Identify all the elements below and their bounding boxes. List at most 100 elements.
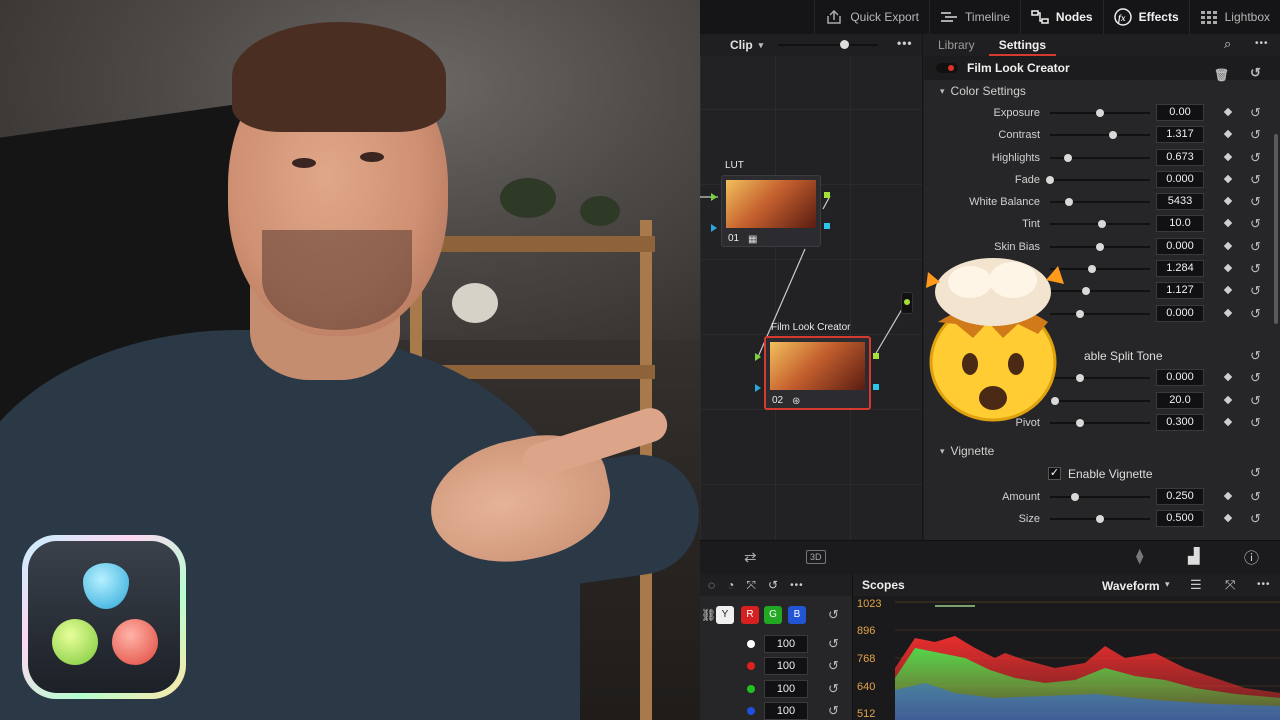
picker-icon[interactable]: ◔ [727,578,734,592]
keyframe-icon[interactable] [1223,219,1233,228]
param-slider[interactable] [1050,134,1150,137]
param-slider-knob[interactable] [1076,374,1084,383]
param-value-field[interactable]: 0.673 [1156,148,1204,166]
link-icon[interactable]: ⛓ [701,608,716,622]
param-value-field[interactable]: 1.317 [1156,126,1204,144]
param-value-field[interactable]: 0.300 [1156,413,1204,431]
reset-icon[interactable]: ↺ [768,578,778,592]
reset-icon[interactable]: ↺ [1250,150,1261,166]
enable-vignette-row[interactable]: ✓ Enable Vignette ↺ [924,462,1280,486]
reset-icon[interactable]: ↺ [828,607,839,623]
intensity-field[interactable]: 100 [764,635,808,653]
keyframes-icon[interactable]: ⧫ [1136,547,1143,565]
node-lut[interactable]: 01 ▦ [721,175,821,247]
effect-enable-toggle[interactable] [936,63,958,73]
param-value-field[interactable]: 20.0 [1156,391,1204,409]
reset-icon[interactable]: ↺ [1250,216,1261,232]
param-value-field[interactable]: 0.500 [1156,510,1204,528]
enable-vignette-checkbox[interactable]: ✓ [1048,467,1061,481]
scopes-icon[interactable]: ▟ [1188,547,1200,565]
reset-icon[interactable]: ↺ [1250,415,1261,431]
reset-icon[interactable]: ↺ [1250,283,1261,299]
channel-r-button[interactable]: R [741,606,759,624]
param-slider[interactable] [1050,421,1150,424]
drops-icon[interactable]: ◌ [708,578,715,592]
param-value-field[interactable]: 10.0 [1156,215,1204,233]
param-value-field[interactable]: 0.000 [1156,304,1204,322]
output-node[interactable] [901,292,913,314]
reset-icon[interactable]: ↺ [828,703,839,719]
keyframe-icon[interactable] [1223,174,1233,184]
scope-settings-icon[interactable]: ☰ [1190,577,1202,593]
param-slider[interactable] [1050,178,1150,181]
effects-button[interactable]: fx Effects [1102,0,1189,34]
intensity-field[interactable]: 100 [764,657,808,676]
keyframe-icon[interactable] [1223,491,1233,501]
node-output-port[interactable] [824,223,830,229]
param-slider-knob[interactable] [1046,175,1054,184]
param-slider-knob[interactable] [1098,220,1106,229]
node-editor[interactable]: Clip ▾ ••• LUT 01 ▦ Film Look Creator 02… [700,34,923,540]
3d-button[interactable]: 3D [806,550,826,564]
param-slider-knob[interactable] [1082,287,1090,296]
param-slider-knob[interactable] [1076,418,1084,427]
nodes-button[interactable]: Nodes [1019,0,1103,34]
tab-library[interactable]: Library [924,34,989,56]
tab-settings[interactable]: Settings [988,34,1057,56]
color-settings-section[interactable]: ▾ Color Settings [924,80,1280,102]
param-slider-knob[interactable] [1096,242,1104,251]
reset-icon[interactable]: ↺ [828,636,839,652]
node-output-port[interactable] [873,353,879,359]
reset-icon[interactable]: ↺ [1250,65,1261,81]
keyframe-icon[interactable] [1223,286,1233,295]
channel-y-button[interactable]: Y [716,606,734,624]
scope-mode-dropdown[interactable]: Waveform [1102,579,1160,593]
timeline-button[interactable]: Timeline [929,0,1020,34]
param-slider-knob[interactable] [1071,493,1079,502]
reset-icon[interactable]: ↺ [1250,306,1261,322]
param-value-field[interactable]: 5433 [1156,193,1204,211]
node-film-look-creator[interactable]: 02 ⊛ [764,336,871,410]
reset-icon[interactable]: ↺ [1250,489,1261,505]
reset-icon[interactable]: ↺ [1250,370,1261,386]
param-slider[interactable] [1050,496,1150,499]
param-value-field[interactable]: 1.127 [1156,282,1204,300]
reset-icon[interactable]: ↺ [1250,194,1261,210]
reset-icon[interactable]: ↺ [1250,465,1261,481]
keyframe-icon[interactable] [1223,514,1233,523]
keyframe-icon[interactable] [1223,107,1233,117]
reset-icon[interactable]: ↺ [1250,393,1261,409]
expand-icon[interactable]: ⤧ [746,578,756,593]
inspector-scrollbar[interactable] [1274,134,1278,324]
param-value-field[interactable]: 0.000 [1156,369,1204,387]
intensity-field[interactable]: 100 [764,679,808,698]
keyframe-icon[interactable] [1223,263,1233,273]
keyframe-icon[interactable] [1223,308,1233,317]
reset-icon[interactable]: ↺ [1250,172,1261,188]
keyframe-icon[interactable] [1223,395,1233,404]
keyframe-icon[interactable] [1223,373,1233,382]
intensity-field[interactable]: 100 [764,701,808,720]
expand-icon[interactable]: ⤧ [1225,577,1235,593]
lightbox-button[interactable]: Lightbox [1188,0,1280,34]
node-output-port[interactable] [873,384,879,390]
reset-icon[interactable]: ↺ [1250,239,1261,255]
more-options-icon[interactable]: ••• [1257,579,1271,590]
more-options-icon[interactable]: ••• [1255,38,1269,49]
channel-b-button[interactable]: B [788,606,806,624]
node-output-port[interactable] [824,192,830,198]
reset-icon[interactable]: ↺ [1250,127,1261,143]
trash-icon[interactable]: 🗑 [1214,68,1229,82]
keyframe-icon[interactable] [1223,196,1233,206]
param-slider-knob[interactable] [1064,153,1072,162]
keyframe-icon[interactable] [1223,130,1233,139]
param-value-field[interactable]: 0.250 [1156,488,1204,506]
param-slider-knob[interactable] [1076,309,1084,318]
reset-icon[interactable]: ↺ [1250,511,1261,527]
keyframe-icon[interactable] [1223,241,1233,251]
reset-icon[interactable]: ↺ [1250,261,1261,277]
search-icon[interactable]: ⌕ [1224,36,1231,52]
motion-icon[interactable]: ⇄ [744,548,757,566]
vignette-section[interactable]: ▾ Vignette [924,440,1280,462]
param-value-field[interactable]: 1.284 [1156,260,1204,278]
